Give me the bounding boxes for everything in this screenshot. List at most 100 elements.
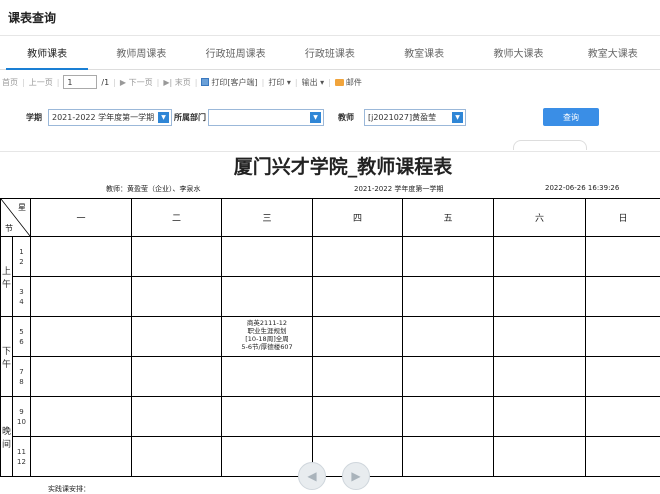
query-button[interactable]: 查询: [543, 108, 599, 126]
schedule-cell[interactable]: [313, 317, 403, 357]
schedule-cell[interactable]: [586, 237, 660, 277]
course-class: 商英2111-12: [222, 319, 312, 327]
tab-classroom-schedule[interactable]: 教室课表: [377, 36, 471, 69]
section-label: 下 午: [1, 317, 13, 397]
schedule-cell[interactable]: [586, 277, 660, 317]
tab-class-weekly[interactable]: 行政班周课表: [189, 36, 283, 69]
teacher-select[interactable]: [j2021027]黄盈莹 ▼: [364, 109, 466, 126]
tab-teacher-schedule[interactable]: 教师课表: [0, 36, 94, 69]
course-cell[interactable]: 商英2111-12 职业生涯规划 [10-18周]全周 5-6节/厚德楼607: [222, 317, 313, 357]
arrow-left-icon: ◀: [307, 469, 316, 483]
tab-class-schedule[interactable]: 行政班课表: [283, 36, 377, 69]
day-header: 五: [403, 199, 494, 237]
schedule-cell[interactable]: [222, 397, 313, 437]
schedule-cell[interactable]: [132, 317, 222, 357]
course-room: 5-6节/厚德楼607: [222, 343, 312, 351]
schedule-cell[interactable]: [31, 397, 132, 437]
dept-select[interactable]: ▼: [208, 109, 324, 126]
schedule-cell[interactable]: [132, 277, 222, 317]
last-page-button[interactable]: ▶| 末页: [163, 77, 190, 88]
schedule-cell[interactable]: [222, 277, 313, 317]
schedule-cell[interactable]: [313, 237, 403, 277]
period-num: 8: [13, 377, 30, 387]
schedule-cell[interactable]: [31, 357, 132, 397]
tab-teacher-weekly[interactable]: 教师周课表: [94, 36, 188, 69]
period-num: 9: [13, 407, 30, 417]
arrow-right-icon: ▶: [351, 469, 360, 483]
mail-button[interactable]: 邮件: [335, 77, 362, 88]
schedule-cell[interactable]: [494, 317, 586, 357]
period-num: 1: [13, 247, 30, 257]
separator: |: [328, 78, 331, 87]
schedule-cell[interactable]: [31, 237, 132, 277]
schedule-cell[interactable]: [132, 237, 222, 277]
schedule-cell[interactable]: [494, 397, 586, 437]
next-page-button[interactable]: ▶ 下一页: [120, 77, 153, 88]
table-row: 34: [1, 277, 660, 317]
printer-icon: [201, 78, 209, 86]
schedule-cell[interactable]: [586, 317, 660, 357]
schedule-cell[interactable]: [132, 357, 222, 397]
schedule-cell[interactable]: [494, 237, 586, 277]
schedule-cell[interactable]: [31, 277, 132, 317]
schedule-cell[interactable]: [494, 437, 586, 477]
report-teacher: 教师：黄盈莹（企业）、李泉水: [106, 184, 201, 194]
export-menu-button[interactable]: 输出 ▾: [302, 77, 325, 88]
schedule-cell[interactable]: [31, 437, 132, 477]
report-toolbar: 首页 | 上一页 | /1 | ▶ 下一页 | ▶| 末页 | 打印[客户端] …: [0, 70, 660, 94]
day-header: 一: [31, 199, 132, 237]
table-row: 上 午 12: [1, 237, 660, 277]
schedule-cell[interactable]: [222, 237, 313, 277]
day-header: 三: [222, 199, 313, 237]
prev-arrow-button[interactable]: ◀: [298, 462, 326, 490]
schedule-cell[interactable]: [403, 317, 494, 357]
schedule-cell[interactable]: [586, 437, 660, 477]
separator: |: [113, 78, 116, 87]
term-select[interactable]: 2021-2022 学年度第一学期 ▼: [48, 109, 172, 126]
period-num: 11: [13, 447, 30, 457]
schedule-cell[interactable]: [222, 357, 313, 397]
schedule-cell[interactable]: [313, 357, 403, 397]
print-client-button[interactable]: 打印[客户端]: [201, 77, 257, 88]
tab-classroom-master[interactable]: 教室大课表: [566, 36, 660, 69]
schedule-cell[interactable]: [586, 357, 660, 397]
term-select-value: 2021-2022 学年度第一学期: [49, 112, 158, 123]
period-number: 34: [13, 277, 31, 317]
schedule-cell[interactable]: [403, 277, 494, 317]
schedule-cell[interactable]: [313, 277, 403, 317]
period-num: 4: [13, 297, 30, 307]
schedule-cell[interactable]: [403, 357, 494, 397]
print-menu-button[interactable]: 打印 ▾: [268, 77, 291, 88]
teacher-select-value: [j2021027]黄盈莹: [365, 112, 452, 123]
period-num: 12: [13, 457, 30, 467]
schedule-cell[interactable]: [31, 317, 132, 357]
schedule-table: 星 节 一 二 三 四 五 六 日 上 午 12 34 下 午 56 商英211…: [0, 198, 660, 477]
schedule-cell[interactable]: [403, 397, 494, 437]
next-arrow-button[interactable]: ▶: [342, 462, 370, 490]
schedule-cell[interactable]: [403, 437, 494, 477]
separator: |: [295, 78, 298, 87]
page-number-input[interactable]: [63, 75, 97, 89]
tab-bar: 教师课表 教师周课表 行政班周课表 行政班课表 教室课表 教师大课表 教室大课表: [0, 36, 660, 70]
report-meta: 教师：黄盈莹（企业）、李泉水 2021-2022 学年度第一学期 2022-06…: [0, 180, 660, 198]
mail-icon: [335, 79, 344, 86]
schedule-cell[interactable]: [132, 397, 222, 437]
first-page-button[interactable]: 首页: [2, 77, 18, 88]
table-header-row: 星 节 一 二 三 四 五 六 日: [1, 199, 660, 237]
tab-teacher-master[interactable]: 教师大课表: [471, 36, 565, 69]
chevron-down-icon: ▼: [310, 112, 321, 123]
mail-label: 邮件: [346, 78, 362, 87]
period-number: 910: [13, 397, 31, 437]
day-header: 二: [132, 199, 222, 237]
prev-page-button[interactable]: 上一页: [29, 77, 53, 88]
schedule-cell[interactable]: [494, 277, 586, 317]
period-num: 3: [13, 287, 30, 297]
schedule-cell[interactable]: [586, 397, 660, 437]
schedule-cell[interactable]: [132, 437, 222, 477]
schedule-cell[interactable]: [494, 357, 586, 397]
filter-bar: 学期 2021-2022 学年度第一学期 ▼ 所属部门 ▼ 教师 [j20210…: [0, 94, 660, 140]
schedule-cell[interactable]: [313, 397, 403, 437]
day-header: 六: [494, 199, 586, 237]
schedule-cell[interactable]: [403, 237, 494, 277]
table-row: 78: [1, 357, 660, 397]
